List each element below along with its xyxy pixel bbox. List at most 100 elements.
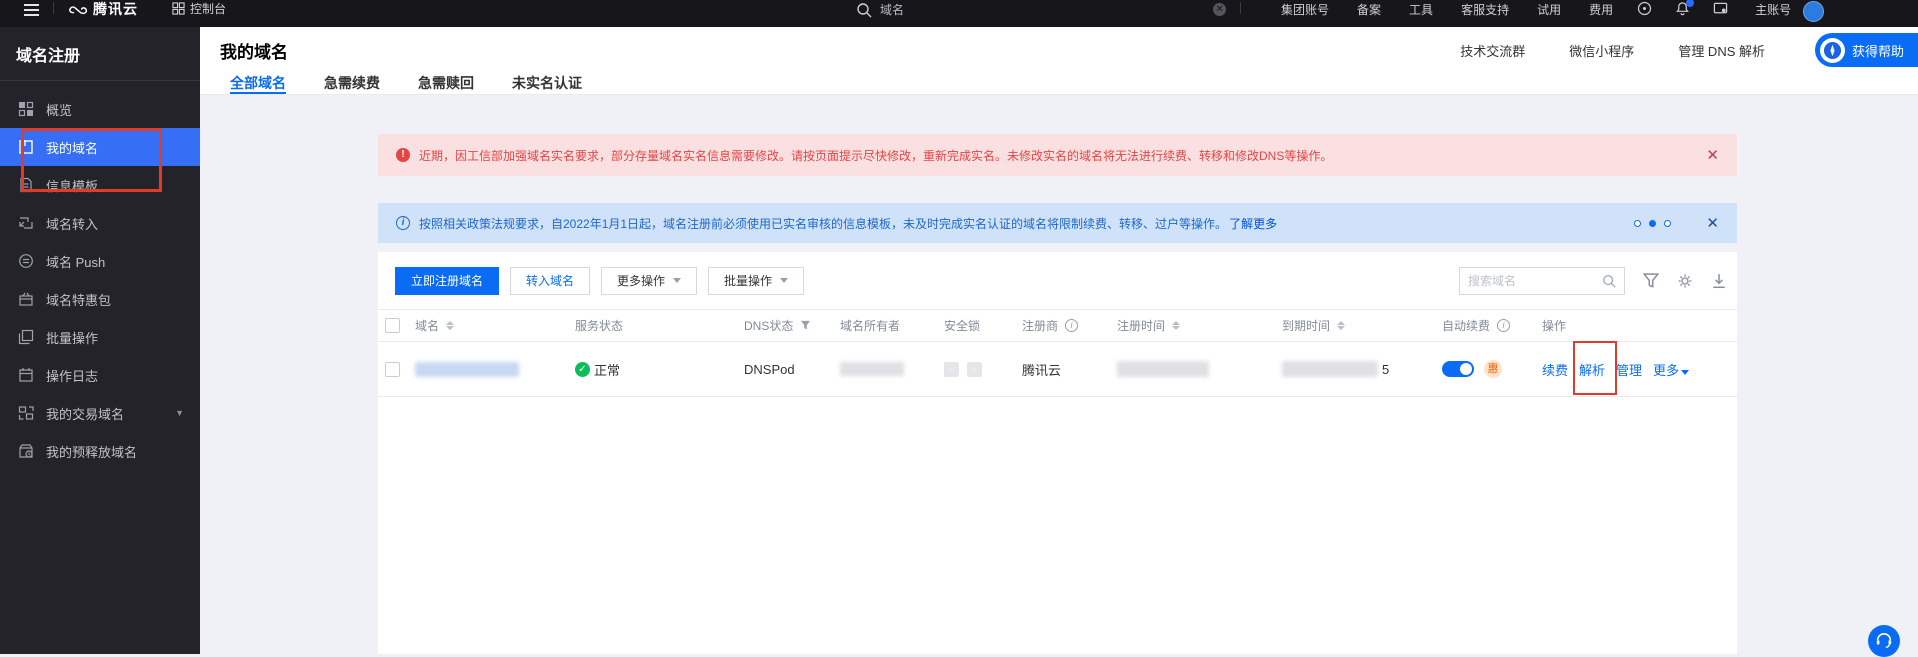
- dns-status: DNSPod: [744, 362, 795, 377]
- download-icon[interactable]: [1711, 273, 1727, 289]
- sidebar-title: 域名注册: [0, 27, 200, 80]
- link-wechat-mini-program[interactable]: 微信小程序: [1569, 41, 1634, 60]
- get-help-button[interactable]: 获得帮助: [1815, 33, 1918, 67]
- warning-close-icon[interactable]: ✕: [1706, 148, 1719, 163]
- select-all-checkbox[interactable]: [385, 318, 400, 333]
- info-close-icon[interactable]: ✕: [1706, 216, 1719, 231]
- chevron-down-icon: [673, 278, 681, 283]
- lock-icon[interactable]: –: [944, 362, 959, 377]
- pre-release-domains-icon: [18, 443, 34, 459]
- menu-billing[interactable]: 费用: [1589, 1, 1613, 18]
- carousel-dot[interactable]: [1634, 220, 1641, 227]
- sidebar-item-domain-push[interactable]: 域名 Push: [0, 242, 200, 280]
- more-actions-link[interactable]: 更多: [1653, 360, 1689, 379]
- discount-badge[interactable]: 惠: [1484, 360, 1502, 378]
- resolve-dns-link[interactable]: 解析: [1579, 360, 1605, 379]
- tab-all-domains[interactable]: 全部域名: [230, 73, 286, 94]
- warning-icon: !: [396, 148, 410, 162]
- chevron-down-icon: ▼: [175, 408, 184, 418]
- assistant-icon[interactable]: [1637, 1, 1653, 17]
- expire-time-visible-digit: 5: [1382, 362, 1389, 377]
- service-status: 正常: [594, 360, 620, 379]
- page-header-band: 我的域名 技术交流群 微信小程序 管理 DNS 解析 获得帮助 全部域名 急需续…: [200, 27, 1918, 95]
- sort-expire-time-icon[interactable]: [1337, 321, 1345, 330]
- sort-register-time-icon[interactable]: [1172, 321, 1180, 330]
- carousel-dot-active[interactable]: [1649, 220, 1656, 227]
- link-manage-dns[interactable]: 管理 DNS 解析: [1678, 41, 1765, 60]
- sort-domain-icon[interactable]: [446, 321, 454, 330]
- tab-not-verified[interactable]: 未实名认证: [512, 73, 582, 94]
- notification-badge: [1686, 0, 1694, 7]
- info-text: 按照相关政策法规要求，自2022年1月1日起，域名注册前必须使用已实名审核的信息…: [419, 217, 1227, 231]
- account-type-label[interactable]: 主账号: [1755, 1, 1791, 18]
- row-checkbox[interactable]: [385, 362, 400, 377]
- transfer-domain-button[interactable]: 转入域名: [510, 267, 590, 295]
- chevron-down-icon: [1681, 370, 1689, 375]
- customer-service-chat-button[interactable]: [1868, 625, 1900, 657]
- masked-register-time: [1117, 361, 1209, 377]
- menu-support[interactable]: 客服支持: [1461, 1, 1509, 18]
- masked-domain-name[interactable]: [415, 362, 519, 377]
- sidebar-item-pre-release-domains[interactable]: 我的预释放域名: [0, 432, 200, 470]
- sidebar-item-domain-offer-pack[interactable]: 域名特惠包: [0, 280, 200, 318]
- carousel-dot[interactable]: [1664, 220, 1671, 227]
- console-grid-icon: [172, 2, 185, 15]
- menu-group-account[interactable]: 集团账号: [1281, 1, 1329, 18]
- dns-filter-icon[interactable]: [800, 320, 811, 331]
- domain-push-icon: [18, 253, 34, 269]
- info-icon: i: [396, 216, 410, 230]
- search-icon: [1602, 274, 1616, 288]
- info-template-icon: [18, 177, 34, 193]
- settings-gear-icon[interactable]: [1677, 273, 1693, 289]
- registrar-info-icon[interactable]: i: [1065, 319, 1078, 332]
- sidebar-item-domain-transfer-in[interactable]: 域名转入: [0, 204, 200, 242]
- banner-carousel-dots: [1634, 220, 1671, 227]
- global-search-value[interactable]: 域名: [880, 1, 904, 18]
- tab-renew-urgent[interactable]: 急需续费: [324, 73, 380, 94]
- tab-bar: 全部域名 急需续费 急需赎回 未实名认证: [200, 73, 1918, 94]
- clear-search-icon[interactable]: ✕: [1213, 3, 1226, 16]
- sidebar-item-info-template[interactable]: 信息模板: [0, 166, 200, 204]
- status-ok-icon: ✓: [575, 362, 590, 377]
- domain-search-box[interactable]: [1459, 267, 1625, 295]
- warning-banner: ! 近期，因工信部加强域名实名要求，部分存量域名实名信息需要修改。请按页面提示尽…: [378, 134, 1737, 176]
- domain-offer-pack-icon: [18, 291, 34, 307]
- compass-icon: [1820, 38, 1845, 63]
- search-icon: [856, 2, 872, 18]
- sidebar-item-trade-domains[interactable]: 我的交易域名 ▼: [0, 394, 200, 432]
- sidebar-item-batch-operation[interactable]: 批量操作: [0, 318, 200, 356]
- topbar-menu: 集团账号 备案 工具 客服支持 试用 费用: [1281, 1, 1613, 18]
- cloud-logo-icon: [68, 2, 88, 16]
- learn-more-link[interactable]: 了解更多: [1229, 217, 1277, 231]
- hamburger-menu-icon[interactable]: [24, 1, 39, 16]
- domain-search-input[interactable]: [1468, 274, 1596, 288]
- more-actions-dropdown[interactable]: 更多操作: [601, 267, 697, 295]
- renew-link[interactable]: 续费: [1542, 360, 1568, 379]
- batch-operation-icon: [18, 329, 34, 345]
- auto-renew-toggle[interactable]: [1442, 361, 1474, 377]
- menu-trial[interactable]: 试用: [1537, 1, 1561, 18]
- sidebar-item-my-domains[interactable]: 我的域名: [0, 128, 200, 166]
- auto-renew-info-icon[interactable]: i: [1497, 319, 1510, 332]
- domain-list-panel: 立即注册域名 转入域名 更多操作 批量操作: [378, 252, 1737, 654]
- unlock-refresh-icon[interactable]: ○: [967, 362, 982, 377]
- tab-redeem-urgent[interactable]: 急需赎回: [418, 73, 474, 94]
- table-header-row: 域名 服务状态 DNS状态 域名所有者 安全锁 注册商 i 注册时间 到期时间 …: [378, 309, 1737, 342]
- divider: [53, 2, 54, 14]
- tencent-cloud-logo[interactable]: 腾讯云: [68, 1, 138, 16]
- console-settings-icon[interactable]: [1713, 1, 1729, 17]
- global-search[interactable]: 域名 ✕: [856, 1, 1226, 18]
- sidebar-item-operation-log[interactable]: 操作日志: [0, 356, 200, 394]
- menu-tools[interactable]: 工具: [1409, 1, 1433, 18]
- menu-icp-filing[interactable]: 备案: [1357, 1, 1381, 18]
- register-domain-button[interactable]: 立即注册域名: [395, 267, 499, 295]
- manage-link[interactable]: 管理: [1616, 360, 1642, 379]
- sidebar-item-overview[interactable]: 概览: [0, 90, 200, 128]
- filter-icon[interactable]: [1643, 273, 1659, 289]
- link-tech-group[interactable]: 技术交流群: [1460, 41, 1525, 60]
- batch-actions-dropdown[interactable]: 批量操作: [708, 267, 804, 295]
- notification-bell-icon[interactable]: [1675, 1, 1691, 17]
- user-avatar[interactable]: [1803, 1, 1824, 22]
- console-link[interactable]: 控制台: [172, 1, 226, 16]
- content-area: ! 近期，因工信部加强域名实名要求，部分存量域名实名信息需要修改。请按页面提示尽…: [200, 95, 1918, 654]
